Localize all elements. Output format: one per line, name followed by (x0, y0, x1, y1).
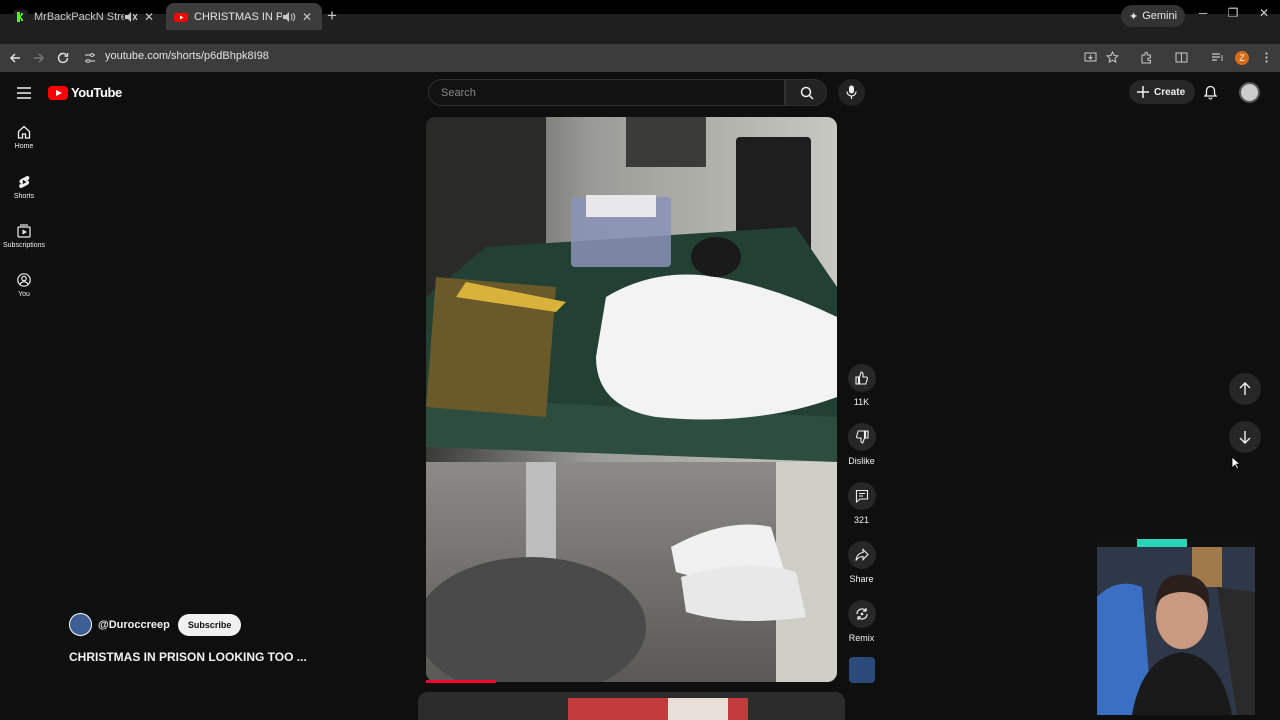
home-icon (17, 125, 31, 139)
video-frame (426, 117, 837, 682)
thumbs-down-icon (855, 430, 869, 444)
forward-arrow-icon[interactable] (32, 51, 46, 65)
dislike-label: Dislike (848, 456, 875, 466)
channel-avatar[interactable] (69, 613, 92, 636)
youtube-logo-text: YouTube (71, 85, 122, 100)
search-input[interactable] (441, 85, 771, 101)
comments-button[interactable]: 321 (843, 482, 880, 525)
sidebar-item-shorts[interactable]: Shorts (0, 175, 48, 200)
bookmark-star-icon[interactable] (1106, 51, 1119, 64)
extensions-icon[interactable] (1140, 51, 1153, 64)
share-button[interactable]: Share (843, 541, 880, 584)
like-button[interactable]: 11K (843, 364, 880, 407)
youtube-logo[interactable]: YouTube (48, 85, 122, 100)
back-arrow-icon[interactable] (8, 51, 22, 65)
sidebar-item-label: You (18, 291, 30, 298)
voice-search-button[interactable] (838, 79, 865, 106)
close-window-button[interactable]: ✕ (1249, 6, 1279, 20)
youtube-play-icon (48, 85, 68, 100)
short-title[interactable]: CHRISTMAS IN PRISON LOOKING TOO ... (69, 650, 307, 664)
share-icon (854, 548, 869, 561)
thumbs-up-icon (854, 371, 868, 385)
remix-button[interactable]: Remix (843, 600, 880, 643)
comment-icon (855, 489, 868, 503)
search-button[interactable] (785, 79, 827, 106)
sidebar-item-label: Shorts (13, 193, 35, 200)
gemini-button[interactable]: ✦ Gemini (1121, 5, 1186, 27)
dislike-button[interactable]: Dislike (843, 423, 880, 466)
remix-label: Remix (848, 633, 875, 643)
remix-icon (855, 608, 868, 620)
channel-info: @Duroccreep Subscribe (69, 613, 242, 636)
youtube-favicon-icon (174, 12, 188, 22)
subscriptions-icon (17, 224, 31, 238)
install-app-icon[interactable] (1084, 51, 1097, 64)
arrow-up-icon (1239, 382, 1251, 395)
tab-title: MrBackPackN Stream - Wa (34, 10, 124, 23)
create-label: Create (1154, 86, 1186, 98)
speaker-icon[interactable] (282, 11, 296, 23)
shorts-video-player[interactable] (426, 117, 837, 682)
plus-icon (1137, 86, 1149, 98)
previous-short-button[interactable] (1229, 373, 1261, 405)
profile-avatar[interactable]: Z (1235, 51, 1249, 65)
tab-title: CHRISTMAS IN PRISON LO (194, 10, 282, 23)
sidebar-item-label: Home (14, 143, 34, 150)
url-text: youtube.com/shorts/p6dBhpk8I98 (105, 50, 269, 62)
subscribe-button[interactable]: Subscribe (177, 613, 242, 636)
maximize-button[interactable]: ❐ (1218, 6, 1248, 20)
share-label: Share (849, 574, 874, 584)
channel-name[interactable]: @Duroccreep (98, 619, 170, 631)
sparkle-icon: ✦ (1129, 10, 1139, 23)
sidebar-item-label: Subscriptions (2, 242, 46, 249)
site-info-icon[interactable] (84, 52, 96, 64)
new-tab-button[interactable]: + (327, 7, 337, 24)
arrow-down-icon (1239, 431, 1251, 444)
streamer-webcam-overlay (1097, 537, 1255, 715)
video-progress-bar[interactable] (426, 680, 496, 683)
like-count: 11K (853, 397, 870, 407)
kick-favicon-icon (14, 9, 28, 24)
webcam-feed-image (1097, 537, 1255, 715)
shorts-icon (19, 175, 30, 189)
create-button[interactable]: Create (1129, 80, 1196, 104)
reload-icon[interactable] (56, 51, 70, 65)
menu-hamburger-icon[interactable] (17, 87, 31, 99)
notifications-bell-icon[interactable] (1203, 85, 1218, 100)
split-view-icon[interactable] (1175, 51, 1188, 64)
sidebar-item-you[interactable]: You (0, 273, 48, 298)
next-short-preview[interactable] (418, 692, 845, 720)
sidebar-item-subscriptions[interactable]: Subscriptions (0, 224, 48, 249)
audio-track-thumbnail[interactable] (849, 657, 875, 683)
microphone-icon (846, 85, 857, 99)
media-controls-icon[interactable] (1211, 51, 1224, 64)
minimize-button[interactable]: ─ (1188, 6, 1218, 20)
search-icon (800, 86, 814, 100)
next-short-button[interactable] (1229, 421, 1261, 453)
comment-count: 321 (853, 515, 870, 525)
search-box[interactable] (428, 79, 785, 106)
gemini-label: Gemini (1142, 10, 1178, 22)
account-avatar[interactable] (1239, 82, 1260, 103)
sidebar-item-home[interactable]: Home (0, 125, 48, 150)
muted-speaker-icon[interactable] (124, 11, 138, 23)
tab-stream[interactable]: MrBackPackN Stream - Wa ✕ (6, 3, 164, 30)
tab-youtube-short[interactable]: CHRISTMAS IN PRISON LO ✕ (166, 3, 322, 30)
kebab-menu-icon[interactable] (1260, 51, 1273, 64)
close-tab-icon[interactable]: ✕ (142, 10, 156, 24)
next-short-thumbnail (418, 692, 845, 720)
close-tab-icon[interactable]: ✕ (300, 10, 314, 24)
you-icon (17, 273, 31, 287)
mouse-cursor-icon (1231, 456, 1241, 470)
